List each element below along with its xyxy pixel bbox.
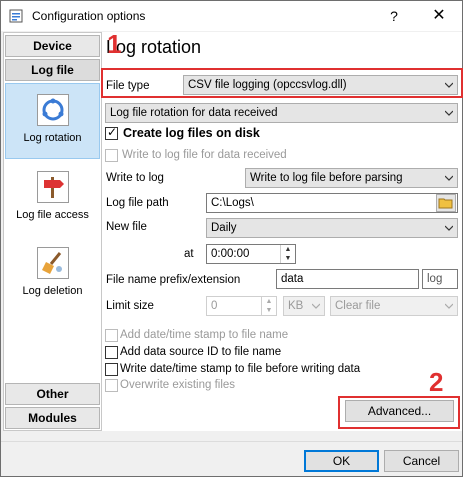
write-datetime-checkbox[interactable] [105,363,118,376]
extension-input[interactable]: log [422,269,458,289]
window-title: Configuration options [32,9,146,23]
chevron-down-icon [312,303,320,309]
limit-size-label: Limit size [106,300,154,312]
cancel-button[interactable]: Cancel [384,450,459,472]
write-to-log-file-label: Write to log file for data received [122,149,287,161]
browse-folder-button[interactable] [436,194,456,212]
add-datetime-checkbox[interactable] [105,329,118,342]
log-file-path-label: Log file path [106,197,169,209]
ok-button[interactable]: OK [304,450,379,472]
add-datasource-checkbox[interactable] [105,346,118,359]
limit-size-input[interactable]: 0 ▲ ▼ [206,296,277,316]
annotation-marker-2: 2 [429,367,444,397]
limit-unit-value: KB [288,300,304,312]
prefix-input[interactable]: data [276,269,419,289]
spin-up-icon[interactable]: ▲ [281,245,295,254]
annotation-marker-1: 1 [107,29,122,59]
spin-down-icon[interactable]: ▼ [281,254,295,263]
prefix-value: data [281,273,304,285]
chevron-down-icon [445,303,453,309]
sidebar-item-label: Log rotation [23,132,82,144]
footer-divider [1,441,462,442]
log-file-path-input[interactable]: C:\Logs\ [206,193,458,213]
overwrite-existing-checkbox[interactable] [105,379,118,392]
app-icon [9,9,23,23]
chevron-down-icon [445,225,453,231]
nav-other-button[interactable]: Other [5,383,100,405]
new-file-value: Daily [211,222,237,234]
write-to-log-dropdown[interactable]: Write to log file before parsing [245,168,458,188]
sidebar: Device Log file Log rotation Log file ac… [3,32,102,431]
rotation-value: Log file rotation for data received [110,107,278,119]
add-datasource-label: Add data source ID to file name [120,346,282,358]
close-button[interactable]: ✕ [417,3,461,29]
rotation-dropdown[interactable]: Log file rotation for data received [105,103,458,123]
write-to-log-value: Write to log file before parsing [250,172,403,184]
chevron-down-icon [445,110,453,116]
sidebar-item-log-rotation[interactable]: Log rotation [5,83,100,159]
limit-size-value: 0 [211,300,218,312]
signpost-icon [36,171,69,203]
sidebar-item-label: Log deletion [22,285,83,297]
create-log-files-checkbox[interactable] [105,125,118,140]
time-value: 0:00:00 [211,248,250,260]
time-input[interactable]: 0:00:00 ▲ ▼ [206,244,296,264]
help-button[interactable]: ? [372,3,416,29]
configuration-window: Configuration options ? ✕ Device Log fil… [0,0,463,477]
log-file-path-value: C:\Logs\ [211,197,254,209]
extension-value: log [427,273,443,285]
annotation-box-2 [338,396,460,429]
broom-icon [36,247,69,279]
chevron-down-icon [445,175,453,181]
limit-action-dropdown[interactable]: Clear file [330,296,458,316]
spin-up-icon[interactable]: ▲ [262,297,276,306]
limit-unit-dropdown[interactable]: KB [283,296,325,316]
write-to-log-file-checkbox[interactable] [105,149,118,162]
log-rotation-icon [36,94,69,126]
sidebar-item-log-deletion[interactable]: Log deletion [5,243,100,313]
write-datetime-label: Write date/time stamp to file before wri… [120,363,361,375]
create-log-files-label: Create log files on disk [123,126,260,140]
title-bar: Configuration options ? ✕ [1,1,462,31]
spin-down-icon[interactable]: ▼ [262,306,276,315]
sidebar-item-log-file-access[interactable]: Log file access [5,167,100,237]
nav-device-button[interactable]: Device [5,35,100,57]
folder-icon [438,198,453,209]
annotation-box-1 [101,68,463,98]
prefix-extension-label: File name prefix/extension [106,274,241,286]
at-label: at [184,248,194,260]
limit-size-spinner[interactable]: ▲ ▼ [261,297,276,315]
new-file-label: New file [106,221,147,233]
time-spinner[interactable]: ▲ ▼ [280,245,295,263]
sidebar-item-label: Log file access [16,209,89,221]
limit-action-value: Clear file [335,300,381,312]
nav-modules-button[interactable]: Modules [5,407,100,429]
overwrite-existing-label: Overwrite existing files [120,379,236,391]
nav-log-file-button[interactable]: Log file [5,59,100,81]
write-to-log-label: Write to log [106,172,164,184]
add-datetime-label: Add date/time stamp to file name [120,329,289,341]
new-file-dropdown[interactable]: Daily [206,218,458,238]
